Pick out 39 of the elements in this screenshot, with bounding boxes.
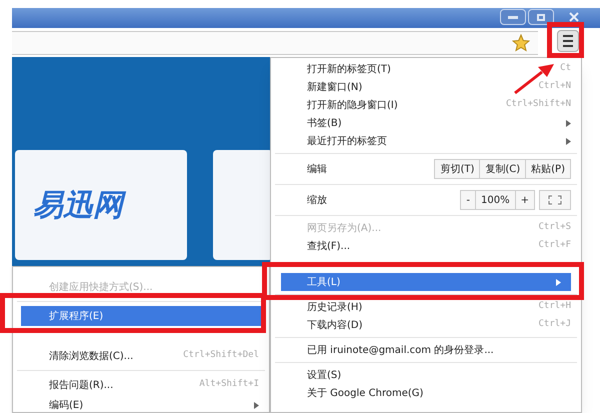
menu-item[interactable]: 已用 iruinote@gmail.com 的身份登录... bbox=[307, 342, 494, 358]
shortcut-hint: Ctrl+S bbox=[538, 221, 571, 234]
edit-button[interactable]: 复制(C) bbox=[479, 159, 526, 179]
menu-item[interactable]: 书签(B) bbox=[307, 116, 342, 130]
shortcut-hint: Ctrl+N bbox=[538, 80, 571, 94]
menu-icon[interactable] bbox=[557, 30, 579, 52]
minimize-icon[interactable] bbox=[500, 9, 526, 25]
menu-label: 缩放 bbox=[307, 194, 328, 208]
menu-item[interactable]: 查找(F)... bbox=[307, 238, 350, 254]
shortcut-hint: Ctrl+J bbox=[538, 318, 571, 332]
menu-item[interactable]: 工具(L) bbox=[281, 273, 571, 291]
menu-item[interactable]: 关于 Google Chrome(G) bbox=[307, 386, 424, 400]
zoom-button[interactable]: 100% bbox=[475, 190, 516, 210]
menu-item[interactable]: 新建窗口(N) bbox=[307, 80, 362, 94]
menu-item[interactable]: 下载内容(D) bbox=[307, 318, 363, 332]
restore-icon[interactable] bbox=[528, 9, 554, 25]
menu-item[interactable]: 清除浏览数据(C)... bbox=[49, 348, 134, 364]
shortcut-hint: Ct bbox=[560, 62, 571, 76]
menu-item[interactable]: 打开新的标签页(T) bbox=[307, 62, 391, 76]
shortcut-hint: Alt+Shift+I bbox=[199, 378, 259, 392]
menu-item[interactable]: 最近打开的标签页 bbox=[307, 134, 387, 148]
zoom-button[interactable]: - bbox=[460, 190, 476, 210]
menu-item[interactable]: 打开新的隐身窗口(I) bbox=[307, 98, 398, 112]
highlight-frame bbox=[547, 22, 584, 58]
menu-item[interactable]: 历史记录(H) bbox=[307, 300, 362, 314]
menu-item[interactable]: 扩展程序(E) bbox=[21, 306, 261, 326]
menu-item[interactable]: 编码(E) bbox=[49, 398, 84, 412]
edit-button[interactable]: 剪切(T) bbox=[434, 159, 480, 179]
edit-button[interactable]: 粘贴(P) bbox=[525, 159, 571, 179]
fullscreen-icon[interactable] bbox=[539, 190, 571, 210]
shortcut-hint: Ctrl+F bbox=[538, 239, 571, 252]
shortcut-hint: Ctrl+Shift+N bbox=[506, 98, 571, 112]
menu-item[interactable]: 报告问题(R)... bbox=[49, 378, 114, 392]
shortcut-hint: Ctrl+H bbox=[538, 300, 571, 314]
star-icon[interactable] bbox=[512, 34, 530, 52]
menu-label: 编辑 bbox=[307, 162, 328, 176]
shortcut-hint: Ctrl+Shift+Del bbox=[183, 349, 259, 362]
menu-item[interactable]: 设置(S) bbox=[307, 368, 342, 382]
zoom-button[interactable]: + bbox=[514, 190, 535, 210]
